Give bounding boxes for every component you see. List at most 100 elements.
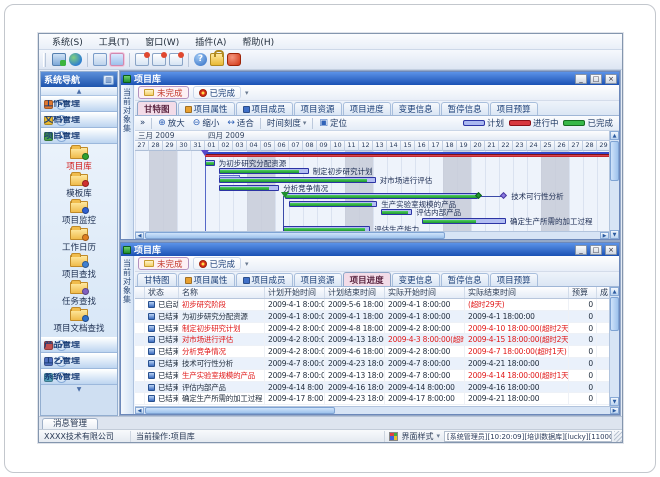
menu-item-2[interactable]: 窗口(W) (138, 34, 186, 49)
chevron-down-icon[interactable]: ▾ (245, 260, 249, 268)
filter-已完成[interactable]: 已完成 (193, 86, 242, 99)
table-hscrollbar[interactable]: ◀▶ (135, 406, 619, 414)
sidebar-group-工艺管理[interactable]: 工艺管理▾ (41, 353, 117, 369)
gantt-bar-为初步研究分配资源[interactable] (205, 160, 215, 166)
minimize-button[interactable]: _ (575, 74, 587, 84)
sidebar-group-文档管理[interactable]: 文档管理▾ (41, 112, 117, 128)
tab-项目属性[interactable]: 项目属性 (178, 102, 235, 115)
scroll-thumb[interactable] (610, 141, 619, 181)
sidebar-group-系统管理[interactable]: 系统管理▾ (41, 369, 117, 385)
locate-button[interactable]: ▣定位 (317, 117, 349, 129)
column-header-状态[interactable]: 状态 (145, 287, 179, 298)
gantt-bar-对市场进行评估[interactable] (219, 177, 376, 183)
maximize-button[interactable]: □ (590, 245, 602, 255)
column-header-名称[interactable]: 名称 (179, 287, 265, 298)
scroll-thumb[interactable] (145, 407, 335, 414)
help-icon[interactable]: ? (194, 53, 207, 66)
table-row[interactable]: 已结束技术可行性分析2009-4-7 8:00:002009-4-23 18:0… (135, 358, 609, 370)
tab-暂停信息[interactable]: 暂停信息 (441, 102, 489, 115)
column-header-实际结束时间[interactable]: 实际结束时间 (465, 287, 569, 298)
sidebar-scroll-up-icon[interactable]: ▲ (41, 87, 117, 96)
gantt-bar-生产实验室规模的产品[interactable] (289, 201, 377, 207)
tab-暂停信息[interactable]: 暂停信息 (441, 273, 489, 286)
sidebar-item-工作日历[interactable]: 工作日历 (41, 227, 117, 254)
system-icon[interactable] (52, 53, 66, 66)
tab-变更信息[interactable]: 变更信息 (392, 273, 440, 286)
table-row[interactable]: 已结束为初步研究分配资源2009-4-1 8:00:002009-4-1 18:… (135, 311, 609, 323)
sidebar-item-项目库[interactable]: 项目库 (41, 146, 117, 173)
column-header-计划开始时间[interactable]: 计划开始时间 (265, 287, 325, 298)
filter-未完成[interactable]: 未完成 (138, 257, 189, 270)
menu-item-0[interactable]: 系统(S) (45, 34, 90, 49)
tab-项目预算[interactable]: 项目预算 (490, 102, 538, 115)
column-header-实际开始时间[interactable]: 实际开始时间 (385, 287, 465, 298)
tab-项目进度[interactable]: 项目进度 (343, 102, 391, 115)
column-header-计划结束时间[interactable]: 计划结束时间 (325, 287, 385, 298)
gantt-hscrollbar[interactable]: ◀▶ (135, 231, 609, 239)
time-scale-button[interactable]: 时间刻度▾ (265, 117, 309, 129)
menu-item-4[interactable]: 帮助(H) (235, 34, 281, 49)
lock-icon[interactable] (210, 53, 224, 66)
table-row[interactable]: 已结束评估内部产品2009-4-14 8:00:002009-4-16 18:0… (135, 382, 609, 394)
menu-item-3[interactable]: 插件(A) (188, 34, 233, 49)
sidebar-item-项目文档查找[interactable]: 项目文档查找 (41, 308, 117, 335)
filter-未完成[interactable]: 未完成 (138, 86, 189, 99)
column-header-预算[interactable]: 预算 (569, 287, 597, 298)
chevron-down-icon[interactable]: ▾ (245, 89, 249, 97)
tab-项目成员[interactable]: 项目成员 (236, 102, 293, 115)
table-row[interactable]: 已结束生产实验室规模的产品2009-4-7 8:00:002009-4-13 1… (135, 370, 609, 382)
gantt-titlebar[interactable]: 项目库_□× (121, 72, 619, 85)
zoom-in-button[interactable]: ⊕放大 (156, 117, 187, 129)
sidebar-item-项目查找[interactable]: 项目查找 (41, 254, 117, 281)
table-row[interactable]: 已启动初步研究阶段2009-4-1 8:00:002009-5-6 18:00:… (135, 299, 609, 311)
table-row[interactable]: 已结束制定初步研究计划2009-4-2 8:00:002009-4-8 18:0… (135, 323, 609, 335)
tab-甘特图[interactable]: 甘特图 (137, 101, 177, 115)
sidebar-item-模板库[interactable]: 模板库 (41, 173, 117, 200)
sidebar-scroll-down-icon[interactable]: ▼ (41, 385, 117, 394)
table-vscrollbar[interactable]: ▲▼ (609, 287, 619, 406)
progress-titlebar[interactable]: 项目库_□× (121, 243, 619, 256)
sidebar-group-产品管理[interactable]: 产品管理▾ (41, 337, 117, 353)
current-object-set-strip[interactable]: 当前对象集 (121, 256, 134, 414)
sidebar-item-项目监控[interactable]: 项目监控 (41, 200, 117, 227)
table-row[interactable]: 已结束对市场进行评估2009-4-2 8:00:002009-4-13 18:0… (135, 334, 609, 346)
gantt-bar-确定生产所需的加工过程[interactable] (422, 218, 506, 224)
close-button[interactable]: × (605, 74, 617, 84)
toolbar-overflow-button[interactable]: » (138, 118, 147, 128)
current-object-set-strip[interactable]: 当前对象集 (121, 85, 134, 239)
table-row[interactable]: 已结束分析竞争情况2009-4-2 8:00:002009-4-6 18:00:… (135, 346, 609, 358)
scroll-thumb[interactable] (145, 232, 445, 239)
tab-项目进度[interactable]: 项目进度 (343, 272, 391, 286)
tab-项目资源[interactable]: 项目资源 (294, 273, 342, 286)
menu-item-1[interactable]: 工具(T) (92, 34, 137, 49)
maximize-button[interactable]: □ (590, 74, 602, 84)
exit-icon[interactable] (227, 53, 241, 66)
tab-项目属性[interactable]: 项目属性 (178, 273, 235, 286)
column-header-成[interactable]: 成 (597, 287, 609, 298)
sidebar-group-项目管理[interactable]: 项目管理▴ (41, 128, 117, 144)
minimize-button[interactable]: _ (575, 245, 587, 255)
gantt-bar-评估内部产品[interactable] (381, 209, 412, 215)
report-edit-icon[interactable] (152, 53, 166, 66)
globe-icon[interactable] (69, 53, 82, 66)
resize-grip[interactable] (614, 431, 622, 442)
gantt-vscrollbar[interactable]: ▲▼ (609, 131, 619, 239)
sidebar-group-工作管理[interactable]: 工作管理▾ (41, 96, 117, 112)
ui-style-button[interactable]: 界面样式 ▾ (385, 431, 444, 442)
gantt-chart[interactable]: 三月 2009四月 200927282930310102030405060708… (135, 131, 609, 239)
tab-变更信息[interactable]: 变更信息 (392, 102, 440, 115)
close-button[interactable]: × (605, 245, 617, 255)
gantt-bar-技术可行性分析[interactable] (285, 193, 478, 199)
filter-已完成[interactable]: 已完成 (193, 257, 242, 270)
folder-closed-icon[interactable] (93, 53, 107, 66)
tab-甘特图[interactable]: 甘特图 (137, 273, 177, 286)
gantt-bar-分析竞争情况[interactable] (219, 185, 279, 191)
zoom-out-button[interactable]: ⊖缩小 (191, 117, 222, 129)
tab-项目成员[interactable]: 项目成员 (236, 273, 293, 286)
report-new-icon[interactable] (135, 53, 149, 66)
folder-open-icon[interactable] (110, 53, 124, 66)
sidebar-item-任务查找[interactable]: 任务查找 (41, 281, 117, 308)
gantt-bar-制定初步研究计划[interactable] (219, 168, 309, 174)
scroll-thumb[interactable] (610, 297, 619, 331)
tab-项目预算[interactable]: 项目预算 (490, 273, 538, 286)
